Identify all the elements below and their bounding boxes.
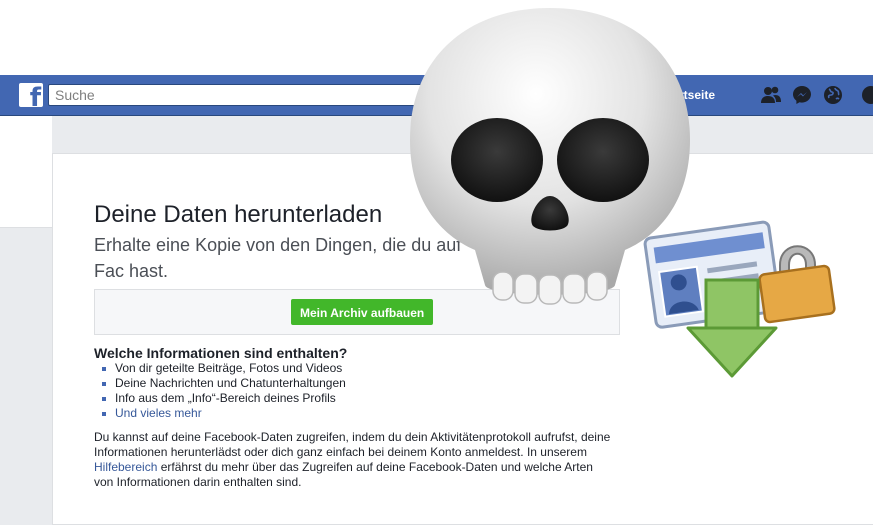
info-paragraph: Du kannst auf deine Facebook-Daten zugre… (94, 430, 611, 489)
search-input[interactable] (49, 85, 427, 105)
info-heading: Welche Informationen sind enthalten? (94, 345, 348, 361)
facebook-logo-icon[interactable]: f (19, 83, 43, 107)
list-item-more-link[interactable]: Und vieles mehr (100, 406, 346, 421)
list-item: Deine Nachrichten und Chatunterhaltungen (100, 376, 346, 391)
list-item: Von dir geteilte Beiträge, Fotos und Vid… (100, 361, 346, 376)
list-item: Info aus dem „Info“-Bereich deines Profi… (100, 391, 346, 406)
page-title: Deine Daten herunterladen (94, 201, 383, 228)
left-gutter (0, 115, 52, 228)
download-archive-icon (640, 210, 840, 385)
globe-icon[interactable] (822, 84, 844, 106)
info-list: Von dir geteilte Beiträge, Fotos und Vid… (100, 361, 346, 421)
search-box[interactable] (48, 84, 428, 106)
messenger-icon[interactable] (791, 84, 813, 106)
help-center-link[interactable]: Hilfebereich (94, 460, 157, 474)
friends-icon[interactable] (760, 84, 782, 106)
help-icon[interactable] (860, 84, 873, 106)
